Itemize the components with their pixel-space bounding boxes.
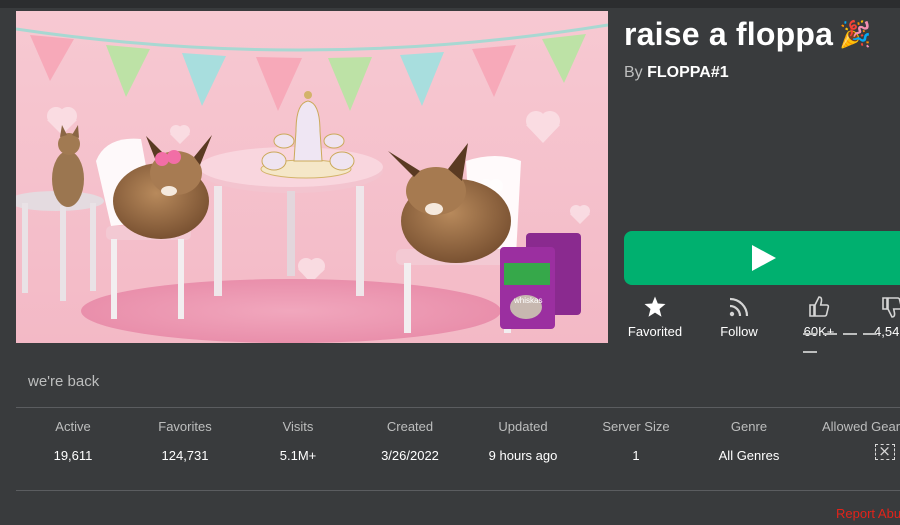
thumbnail-image: whiskas — [16, 11, 608, 343]
star-icon — [644, 296, 666, 317]
follow-label: Follow — [720, 324, 758, 339]
stat-label: Created — [386, 419, 434, 434]
vote-ratio-bar — [803, 322, 900, 353]
gear-blocked-icon — [874, 442, 895, 460]
stat-value: 1 — [632, 448, 640, 463]
creator-link[interactable]: FLOPPA#1 — [647, 64, 729, 81]
stat-active: Active 19,611 — [13, 419, 133, 463]
by-prefix: By — [624, 64, 643, 81]
report-abuse-link[interactable]: Report Abuse — [836, 506, 900, 521]
creator-byline: By FLOPPA#1 — [624, 64, 729, 82]
stat-label: Favorites — [158, 419, 212, 434]
stat-label: Genre — [730, 419, 768, 434]
stat-value: 5.1M+ — [279, 448, 317, 463]
favorite-label: Favorited — [627, 324, 683, 339]
stat-favorites: Favorites 124,731 — [125, 419, 245, 463]
upvote-count: 60K+ — [803, 324, 835, 339]
stat-label: Allowed Gear — [822, 419, 900, 434]
stat-server-size: Server Size 1 — [576, 419, 696, 463]
follow-button[interactable]: Follow — [699, 294, 779, 342]
top-strip — [0, 0, 900, 8]
stat-allowed-gear: Allowed Gear — [800, 419, 900, 465]
stat-label: Active — [55, 419, 91, 434]
stat-value: 124,731 — [161, 448, 209, 463]
thumbs-down-icon — [882, 297, 900, 318]
stat-value: 19,611 — [53, 448, 93, 463]
stat-created: Created 3/26/2022 — [350, 419, 470, 463]
game-thumbnail[interactable]: whiskas — [16, 11, 608, 343]
downvote-count: 4,54 — [874, 324, 900, 339]
stat-genre: Genre All Genres — [689, 419, 809, 463]
game-title-text: raise a floppa — [624, 16, 834, 52]
stats-top-divider — [16, 407, 900, 408]
stat-label: Visits — [282, 419, 314, 434]
stats-bottom-divider — [16, 490, 900, 491]
stat-visits: Visits 5.1M+ — [238, 419, 358, 463]
stat-label: Server Size — [602, 419, 670, 434]
stat-label: Updated — [498, 419, 548, 434]
whiskas-label: whiskas — [513, 296, 542, 305]
play-icon — [752, 245, 776, 271]
stat-updated: Updated 9 hours ago — [463, 419, 583, 463]
favorite-button[interactable]: Favorited — [615, 294, 695, 342]
party-popper-icon: 🎉 — [839, 19, 872, 49]
game-title: raise a floppa 🎉 — [624, 16, 872, 53]
rss-icon — [729, 297, 749, 317]
stat-value: All Genres — [718, 448, 780, 463]
stat-value: 3/26/2022 — [381, 448, 439, 463]
thumbs-up-icon — [809, 296, 830, 317]
stat-value: 9 hours ago — [488, 448, 558, 463]
play-button[interactable] — [624, 231, 900, 285]
game-description: we're back — [28, 373, 100, 390]
